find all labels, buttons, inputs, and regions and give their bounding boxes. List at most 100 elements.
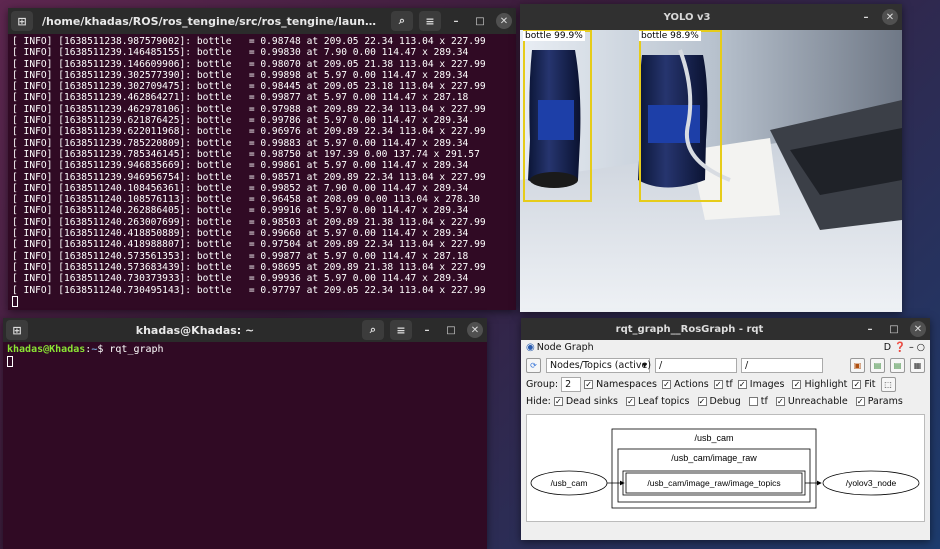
hide-label: Hide: <box>526 396 551 407</box>
namespace-label-usb-cam: /usb_cam <box>694 433 733 443</box>
help-icon[interactable]: ❓ <box>894 342 906 353</box>
filter-input-2[interactable]: / <box>741 358 823 373</box>
mode-select[interactable]: Nodes/Topics (active) ▾ <box>546 358 652 373</box>
close-plugin-icon[interactable]: – ○ <box>909 342 925 353</box>
log-line: [ INFO] [1638511240.108456361]: bottle =… <box>12 182 469 194</box>
mode-value: Nodes/Topics (active) <box>550 360 652 371</box>
new-tab-icon[interactable]: ⊞ <box>11 11 33 31</box>
tf-label: tf <box>725 379 733 390</box>
topic-label: /usb_cam/image_raw/image_topics <box>647 478 780 488</box>
camera-image: bottle 99.9% bottle 98.9% <box>520 30 902 312</box>
search-icon[interactable]: ⌕ <box>362 320 384 340</box>
debug-checkbox[interactable]: ✓ <box>697 397 707 406</box>
tf-hide-label: tf <box>760 396 768 407</box>
save-image-icon[interactable]: ▦ <box>910 358 925 373</box>
terminal-window-rqt: ⊞ khadas@Khadas: ~ ⌕ ≡ – □ ✕ khadas@Khad… <box>3 318 487 549</box>
log-line: [ INFO] [1638511240.418850889]: bottle =… <box>12 228 469 240</box>
log-line: [ INFO] [1638511239.462978106]: bottle =… <box>12 103 486 115</box>
yolo-titlebar[interactable]: YOLO v3 – ✕ <box>520 4 902 30</box>
options-row: Group: 2 ✓ Namespaces ✓ Actions ✓ tf ✓ Image… <box>526 377 925 392</box>
minimize-icon[interactable]: – <box>862 321 878 337</box>
terminal-titlebar[interactable]: ⊞ khadas@Khadas: ~ ⌕ ≡ – □ ✕ <box>3 318 487 342</box>
namespace-label-image-raw: /usb_cam/image_raw <box>671 453 757 463</box>
unreachable-label: Unreachable <box>787 396 848 407</box>
tf-checkbox[interactable]: ✓ <box>713 380 723 389</box>
debug-label: Debug <box>709 396 741 407</box>
yolo-window: YOLO v3 – ✕ bottle 99.9% bottle 98.9% <box>520 4 902 312</box>
actions-label: Actions <box>673 379 709 390</box>
rqt-content: ◉ Node Graph D ❓ – ○ ⟳ Nodes/Topics (act… <box>521 340 930 540</box>
close-icon[interactable]: ✕ <box>496 13 512 29</box>
hide-row: Hide: ✓ Dead sinks ✓ Leaf topics ✓ Debug tf… <box>526 396 925 407</box>
log-line: [ INFO] [1638511240.573683439]: bottle =… <box>12 261 486 273</box>
log-line: [ INFO] [1638511240.262886405]: bottle =… <box>12 205 469 217</box>
log-line: [ INFO] [1638511239.946956754]: bottle =… <box>12 171 486 183</box>
save-dot-icon[interactable]: ▤ <box>870 358 885 373</box>
close-icon[interactable]: ✕ <box>910 321 926 337</box>
log-line: [ INFO] [1638511239.462864271]: bottle =… <box>12 92 469 104</box>
node-label-yolov3: /yolov3_node <box>846 478 897 488</box>
refresh-icon[interactable]: ⟳ <box>526 358 541 373</box>
terminal-titlebar[interactable]: ⊞ /home/khadas/ROS/ros_tengine/src/ros_t… <box>8 8 516 34</box>
detection-label-1: bottle 99.9% <box>523 31 585 41</box>
log-line: [ INFO] [1638511239.785220809]: bottle =… <box>12 137 469 149</box>
terminal-cursor <box>12 295 18 307</box>
close-icon[interactable]: ✕ <box>467 322 483 338</box>
terminal-output[interactable]: khadas@Khadas:~$ rqt_graph <box>3 342 487 549</box>
close-icon[interactable]: ✕ <box>882 9 898 25</box>
actions-checkbox[interactable]: ✓ <box>661 380 671 389</box>
help-label[interactable]: D <box>884 342 891 353</box>
detection-label-2: bottle 98.9% <box>639 31 701 41</box>
images-checkbox[interactable]: ✓ <box>737 380 747 389</box>
tf-hide-checkbox[interactable] <box>748 397 758 406</box>
maximize-icon[interactable]: □ <box>443 322 459 338</box>
leaf-topics-checkbox[interactable]: ✓ <box>625 397 635 406</box>
log-line: [ INFO] [1638511239.622011968]: bottle =… <box>12 126 486 138</box>
minimize-icon[interactable]: – <box>858 9 874 25</box>
maximize-icon[interactable]: □ <box>472 13 488 29</box>
fit-label: Fit <box>864 379 876 390</box>
prompt-user: khadas@Khadas <box>7 344 86 355</box>
menu-icon[interactable]: ≡ <box>390 320 412 340</box>
toolbar-row: ⟳ Nodes/Topics (active) ▾ / / ▣ ▤ ▤ ▦ <box>526 358 925 373</box>
log-line: [ INFO] [1638511240.418988807]: bottle =… <box>12 239 486 251</box>
menu-icon[interactable]: ≡ <box>419 11 441 31</box>
save-svg-icon[interactable]: ▤ <box>890 358 905 373</box>
terminal-output[interactable]: [ INFO] [1638511238.987579002]: bottle =… <box>8 34 516 310</box>
namespaces-checkbox[interactable]: ✓ <box>584 380 594 389</box>
search-icon[interactable]: ⌕ <box>391 11 413 31</box>
images-label: Images <box>749 379 785 390</box>
group-label: Group: <box>526 379 559 390</box>
log-line: [ INFO] [1638511239.146485155]: bottle =… <box>12 47 469 59</box>
dead-sinks-checkbox[interactable]: ✓ <box>553 397 563 406</box>
leaf-topics-label: Leaf topics <box>637 396 690 407</box>
log-line: [ INFO] [1638511240.730373933]: bottle =… <box>12 273 469 285</box>
rqt-titlebar[interactable]: rqt_graph__RosGraph - rqt – □ ✕ <box>521 318 930 340</box>
minimize-icon[interactable]: – <box>419 322 435 338</box>
plugin-header: ◉ Node Graph D ❓ – ○ <box>526 342 925 353</box>
plugin-title: Node Graph <box>536 342 594 353</box>
fit-checkbox[interactable]: ✓ <box>852 380 862 389</box>
unreachable-checkbox[interactable]: ✓ <box>775 397 785 406</box>
log-line: [ INFO] [1638511239.621876425]: bottle =… <box>12 115 469 127</box>
group-spinbox[interactable]: 2 <box>561 377 582 392</box>
terminal-title: khadas@Khadas: ~ <box>135 323 255 337</box>
ros-graph: /usb_cam /usb_cam/image_raw /usb_cam/ima… <box>530 428 920 509</box>
params-label: Params <box>867 396 903 407</box>
new-tab-icon[interactable]: ⊞ <box>6 320 28 340</box>
load-icon[interactable]: ▣ <box>850 358 865 373</box>
log-line: [ INFO] [1638511239.146609906]: bottle =… <box>12 58 486 70</box>
chevron-down-icon: ▾ <box>642 360 647 371</box>
fit-view-icon[interactable]: ⬚ <box>880 377 896 392</box>
maximize-icon[interactable]: □ <box>886 321 902 337</box>
minimize-icon[interactable]: – <box>448 13 464 29</box>
yolo-title: YOLO v3 <box>663 11 711 23</box>
log-line: [ INFO] [1638511239.302577390]: bottle =… <box>12 69 469 81</box>
highlight-label: Highlight <box>804 379 848 390</box>
filter-input-1[interactable]: / <box>655 358 737 373</box>
params-checkbox[interactable]: ✓ <box>855 397 865 406</box>
graph-canvas[interactable]: /usb_cam /usb_cam/image_raw /usb_cam/ima… <box>526 414 925 522</box>
log-line: [ INFO] [1638511239.302709475]: bottle =… <box>12 81 486 93</box>
highlight-checkbox[interactable]: ✓ <box>792 380 802 389</box>
node-label-usb-cam: /usb_cam <box>551 478 588 488</box>
